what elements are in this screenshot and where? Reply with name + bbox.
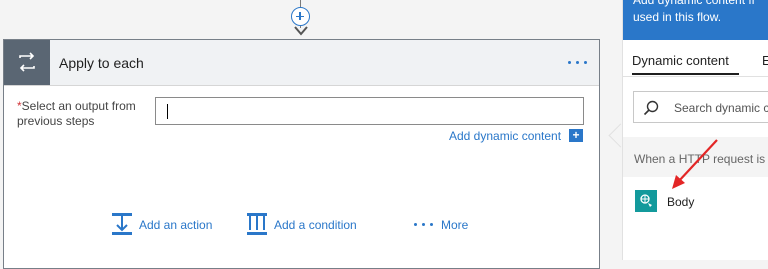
annotation-arrow-icon [672, 139, 718, 189]
loop-icon [4, 40, 50, 85]
add-condition-icon [247, 213, 267, 235]
banner-line1: Add dynamic content fr [633, 0, 756, 7]
field-label: *Select an output from previous steps [17, 99, 147, 129]
search-icon [643, 100, 659, 116]
panel-banner: Add dynamic content fr used in this flow… [623, 0, 768, 40]
token-label: Body [667, 195, 695, 209]
add-condition-label: Add a condition [274, 218, 357, 232]
card-header[interactable]: Apply to each [4, 40, 599, 86]
arrow-down-icon [294, 26, 308, 36]
search-placeholder: Search dynamic c [674, 101, 768, 115]
request-icon [635, 190, 657, 212]
search-dynamic-content-input[interactable]: Search dynamic c [633, 91, 768, 123]
card-title: Apply to each [59, 55, 144, 71]
more-label: More [441, 218, 469, 232]
add-step-icon[interactable] [291, 7, 310, 26]
tab-underline [632, 73, 739, 75]
more-dots-icon [414, 223, 434, 227]
add-dynamic-content-icon[interactable]: + [569, 129, 583, 142]
more-options-icon[interactable] [565, 53, 591, 71]
select-output-input[interactable] [155, 97, 584, 125]
add-action-label: Add an action [139, 218, 213, 232]
text-caret [167, 104, 168, 119]
more-button[interactable]: More [414, 212, 484, 236]
add-dynamic-content-link[interactable]: Add dynamic content [449, 129, 561, 143]
add-action-button[interactable]: Add an action [111, 212, 221, 236]
dynamic-content-panel: Add dynamic content fr used in this flow… [622, 0, 768, 260]
apply-to-each-card: Apply to each *Select an output from pre… [3, 39, 600, 269]
tabs-divider [623, 76, 768, 77]
add-action-icon [112, 213, 132, 235]
tab-expression[interactable]: E [762, 53, 768, 68]
add-condition-button[interactable]: Add a condition [246, 212, 366, 236]
field-label-text: Select an output from previous steps [17, 99, 136, 128]
banner-line2: used in this flow. [633, 10, 722, 24]
tab-dynamic-content[interactable]: Dynamic content [632, 53, 729, 68]
